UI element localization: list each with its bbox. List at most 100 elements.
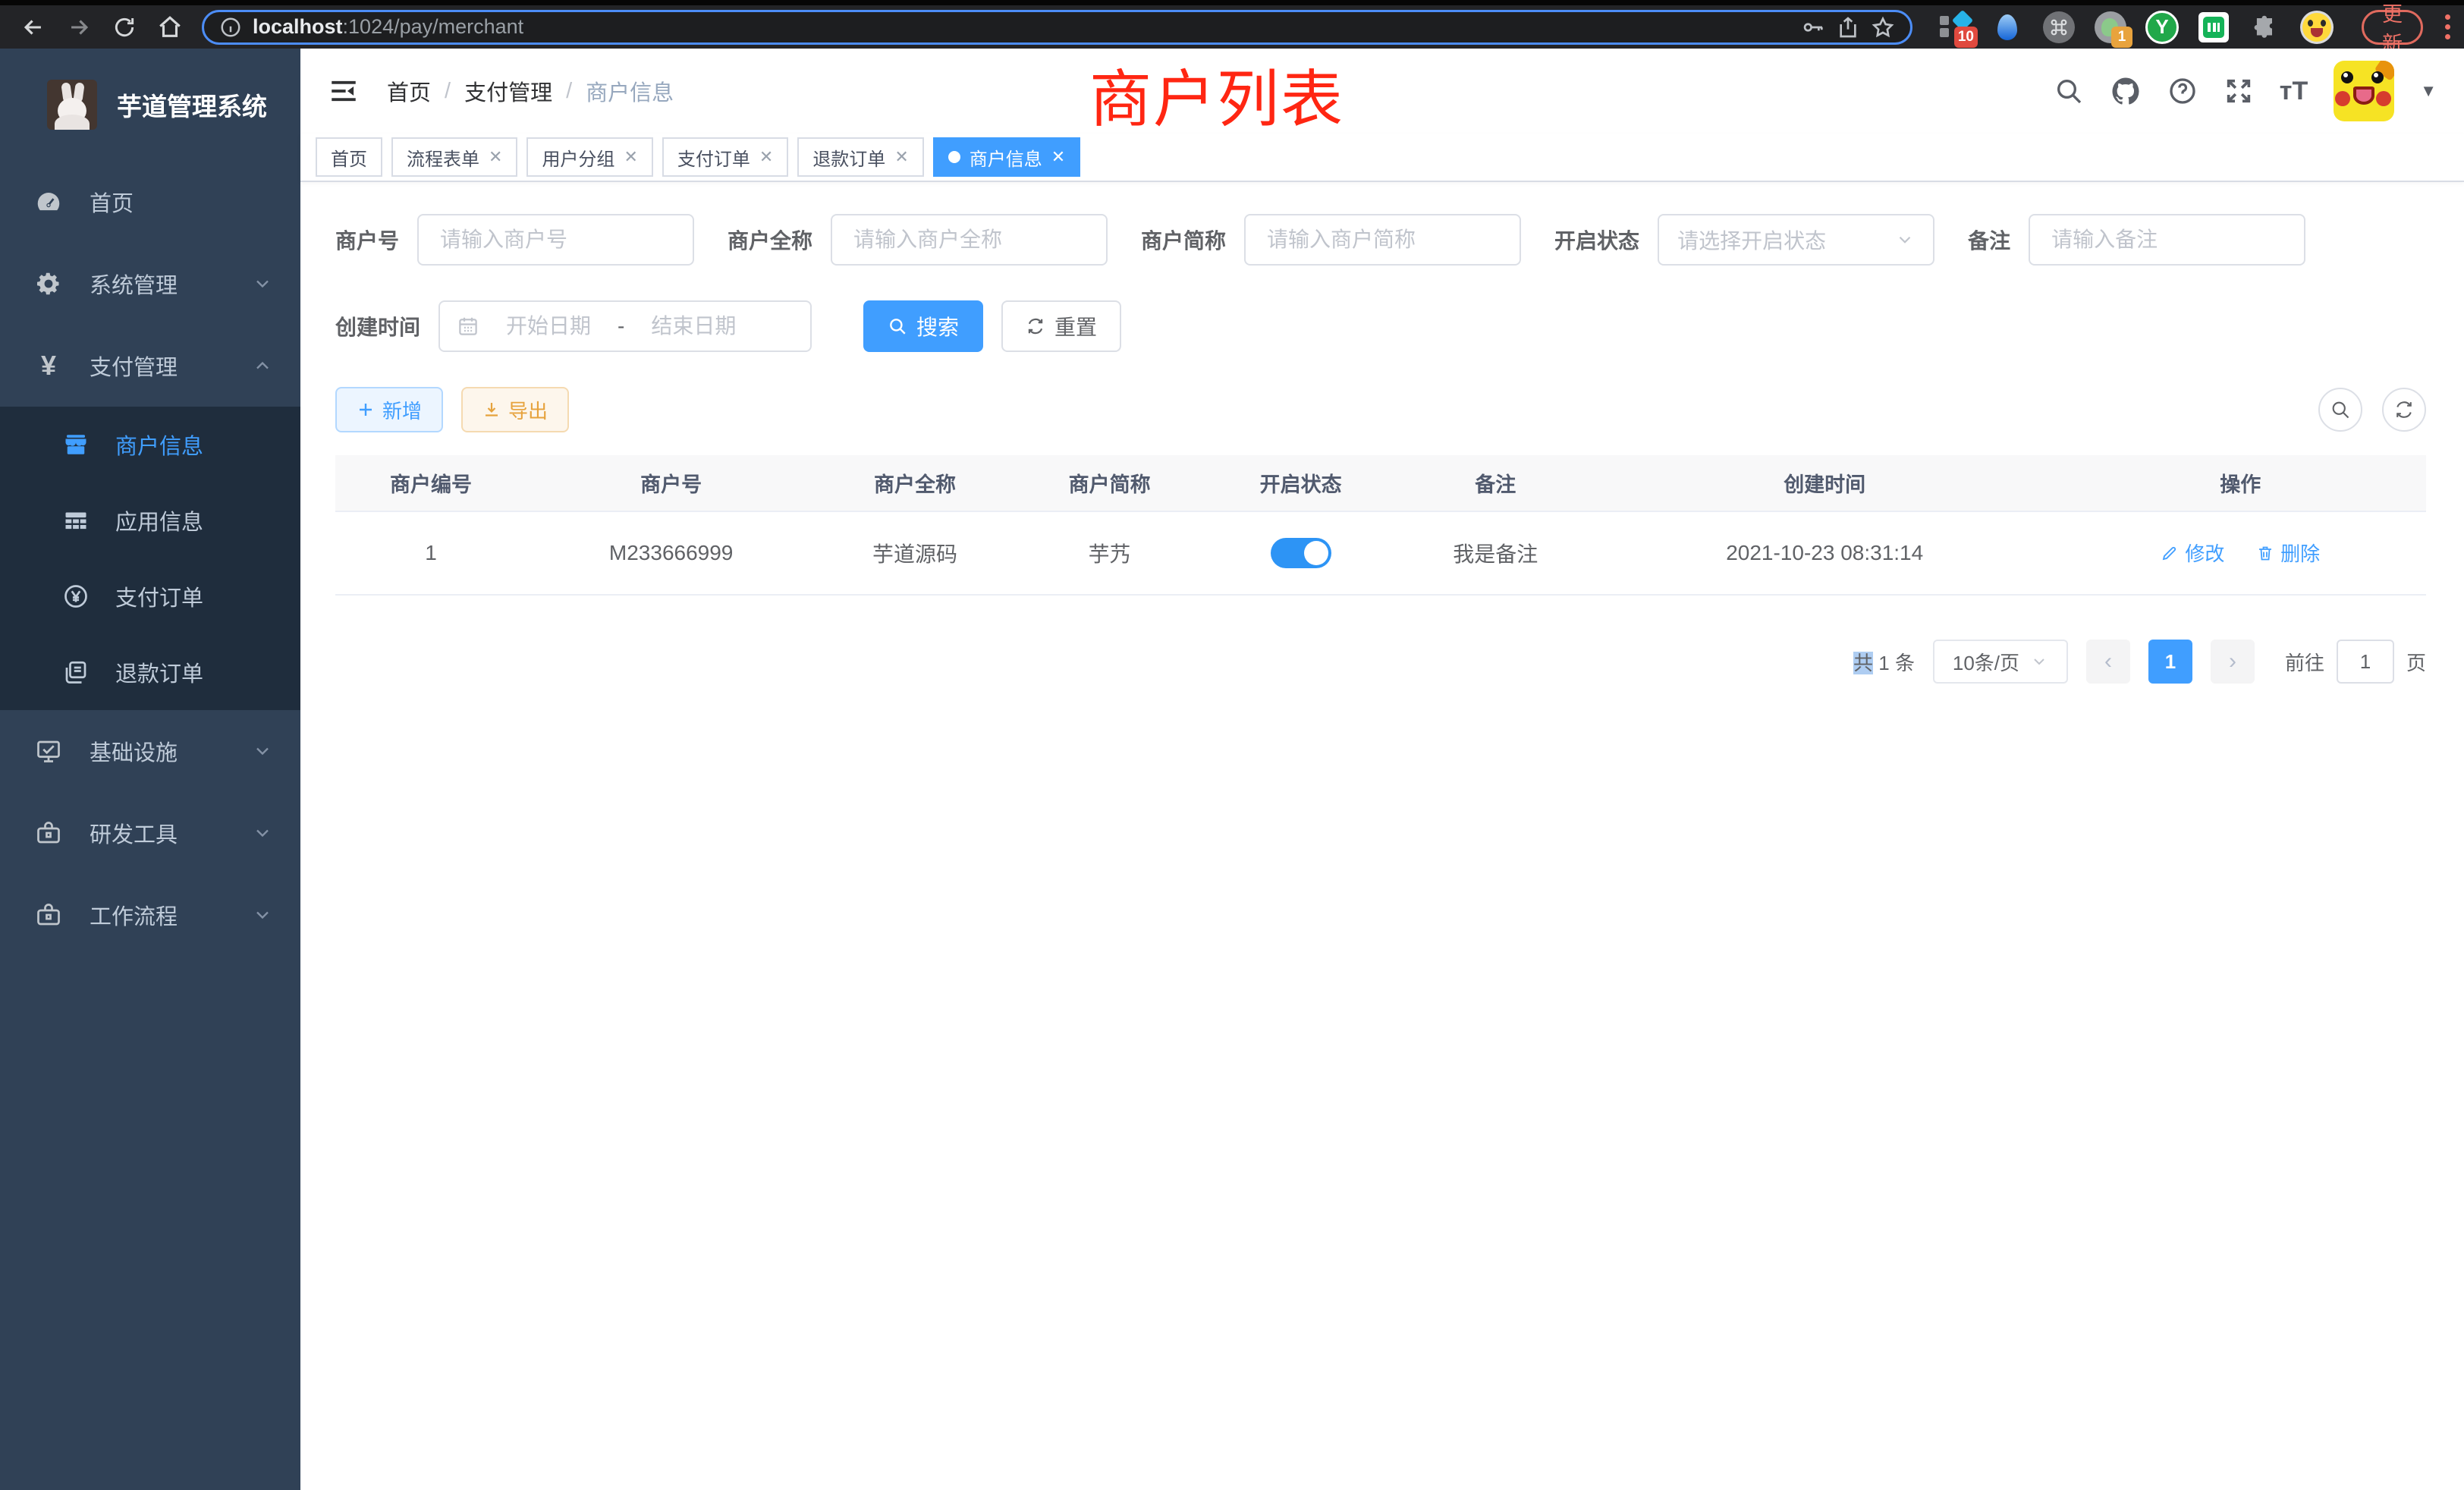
- sidebar-logo[interactable]: 芋道管理系统: [0, 49, 300, 161]
- total-suffix: 条: [1895, 652, 1915, 674]
- end-date-input[interactable]: [636, 314, 750, 338]
- reset-button[interactable]: 重置: [1001, 300, 1121, 352]
- date-range-picker[interactable]: -: [438, 300, 812, 352]
- delete-label: 删除: [2280, 539, 2320, 567]
- sidebar-item-home[interactable]: 首页: [0, 161, 300, 243]
- tab-process-form[interactable]: 流程表单 ✕: [391, 137, 517, 177]
- browser-back-button[interactable]: [14, 9, 53, 46]
- yen-icon: ¥: [32, 352, 65, 379]
- extension-ghost-icon[interactable]: 1: [2093, 10, 2128, 45]
- status-toggle[interactable]: [1271, 538, 1331, 568]
- tab-merchant-info[interactable]: 商户信息✕: [933, 137, 1080, 177]
- password-key-icon[interactable]: [1801, 15, 1825, 39]
- sidebar-item-label: 应用信息: [115, 505, 203, 536]
- next-page-button[interactable]: ›: [2211, 640, 2255, 684]
- close-icon[interactable]: ✕: [489, 147, 502, 167]
- home-icon: [157, 14, 183, 40]
- refresh-table-button[interactable]: [2382, 388, 2426, 432]
- bookmark-star-icon[interactable]: [1871, 15, 1895, 39]
- status-select[interactable]: 请选择开启状态: [1658, 214, 1934, 266]
- browser-reload-button[interactable]: [105, 9, 144, 46]
- avatar-caret-icon[interactable]: ▼: [2420, 81, 2437, 101]
- sidebar-item-label: 商户信息: [115, 429, 203, 461]
- tab-user-group[interactable]: 用户分组 ✕: [526, 137, 652, 177]
- browser-update-button[interactable]: 更新: [2362, 10, 2423, 45]
- sidebar-item-payment[interactable]: ¥ 支付管理: [0, 325, 300, 407]
- merchant-no-input[interactable]: [417, 214, 694, 266]
- help-icon[interactable]: [2167, 76, 2198, 106]
- extension-tabs-icon[interactable]: 10: [1938, 10, 1973, 45]
- full-name-input[interactable]: [831, 214, 1108, 266]
- refresh-icon: [1026, 316, 1045, 336]
- goto-page-input[interactable]: [2337, 640, 2394, 684]
- browser-forward-button[interactable]: [59, 9, 99, 46]
- fullscreen-icon[interactable]: [2224, 76, 2254, 106]
- col-full-name: 商户全称: [816, 455, 1014, 511]
- breadcrumb-separator: /: [445, 79, 451, 104]
- search-button[interactable]: 搜索: [863, 300, 983, 352]
- start-date-input[interactable]: [492, 314, 605, 338]
- tab-label: 流程表单: [407, 144, 479, 171]
- sidebar-item-label: 支付订单: [115, 580, 203, 612]
- green-square-icon: [2198, 12, 2229, 42]
- tab-home[interactable]: 首页: [316, 137, 382, 177]
- sidebar-item-refund-order[interactable]: 退款订单: [0, 634, 300, 710]
- tab-refund-order[interactable]: 退款订单✕: [797, 137, 923, 177]
- font-size-icon[interactable]: тT: [2280, 77, 2308, 106]
- header-search-icon[interactable]: [2054, 76, 2084, 106]
- page-size-select[interactable]: 10条/页: [1933, 640, 2068, 684]
- sidebar-item-merchant-info[interactable]: 商户信息: [0, 407, 300, 483]
- add-button[interactable]: 新增: [335, 387, 443, 432]
- extension-y-icon[interactable]: Y: [2145, 10, 2180, 45]
- sidebar: 芋道管理系统 首页 系统管理 ¥ 支付管理 商户信息: [0, 49, 300, 1490]
- site-info-icon[interactable]: [219, 16, 242, 39]
- edit-label: 修改: [2185, 539, 2224, 567]
- delete-link[interactable]: 删除: [2256, 539, 2320, 567]
- url-text: localhost:1024/pay/merchant: [253, 15, 1790, 39]
- calendar-icon: [457, 315, 479, 338]
- sidebar-item-system[interactable]: 系统管理: [0, 243, 300, 325]
- sidebar-item-workflow[interactable]: 工作流程: [0, 874, 300, 956]
- breadcrumb-home[interactable]: 首页: [387, 75, 431, 107]
- sidebar-item-infrastructure[interactable]: 基础设施: [0, 710, 300, 792]
- extension-drop-icon[interactable]: [1990, 10, 2025, 45]
- extension-command-icon[interactable]: [2041, 10, 2076, 45]
- github-icon[interactable]: [2110, 75, 2142, 107]
- active-dot: [948, 151, 960, 163]
- close-icon[interactable]: ✕: [624, 147, 637, 167]
- close-icon[interactable]: ✕: [1051, 147, 1065, 167]
- short-name-input[interactable]: [1244, 214, 1521, 266]
- cell-status: [1205, 511, 1397, 595]
- export-button[interactable]: 导出: [461, 387, 569, 432]
- extensions-puzzle-icon[interactable]: [2248, 10, 2283, 45]
- search-icon: [2330, 399, 2351, 420]
- tab-label: 首页: [331, 144, 367, 171]
- cell-remark: 我是备注: [1397, 511, 1595, 595]
- profile-avatar-icon[interactable]: [2299, 10, 2334, 45]
- remark-input[interactable]: [2029, 214, 2305, 266]
- coin-yen-icon: [59, 583, 93, 610]
- browser-home-button[interactable]: [150, 9, 190, 46]
- table-header-row: 商户编号 商户号 商户全称 商户简称 开启状态 备注 创建时间 操作: [335, 455, 2426, 511]
- page-1-button[interactable]: 1: [2148, 640, 2192, 684]
- sidebar-item-dev-tools[interactable]: 研发工具: [0, 792, 300, 874]
- prev-page-button[interactable]: ‹: [2086, 640, 2130, 684]
- breadcrumb-payment[interactable]: 支付管理: [464, 75, 552, 107]
- sidebar-item-pay-order[interactable]: 支付订单: [0, 558, 300, 634]
- sidebar-item-app-info[interactable]: 应用信息: [0, 483, 300, 558]
- back-arrow-icon: [20, 14, 46, 40]
- toggle-search-button[interactable]: [2318, 388, 2362, 432]
- sidebar-collapse-button[interactable]: [328, 75, 360, 107]
- edit-link[interactable]: 修改: [2161, 539, 2224, 567]
- address-bar[interactable]: localhost:1024/pay/merchant: [202, 10, 1912, 45]
- browser-menu-button[interactable]: [2444, 14, 2450, 39]
- extension-green-square-icon[interactable]: [2196, 10, 2231, 45]
- col-status: 开启状态: [1205, 455, 1397, 511]
- share-icon[interactable]: [1836, 15, 1860, 39]
- user-avatar[interactable]: [2334, 61, 2394, 121]
- tab-label: 用户分组: [542, 144, 614, 171]
- tab-pay-order[interactable]: 支付订单✕: [662, 137, 788, 177]
- monitor-check-icon: [32, 737, 65, 765]
- close-icon[interactable]: ✕: [894, 147, 908, 167]
- close-icon[interactable]: ✕: [759, 147, 773, 167]
